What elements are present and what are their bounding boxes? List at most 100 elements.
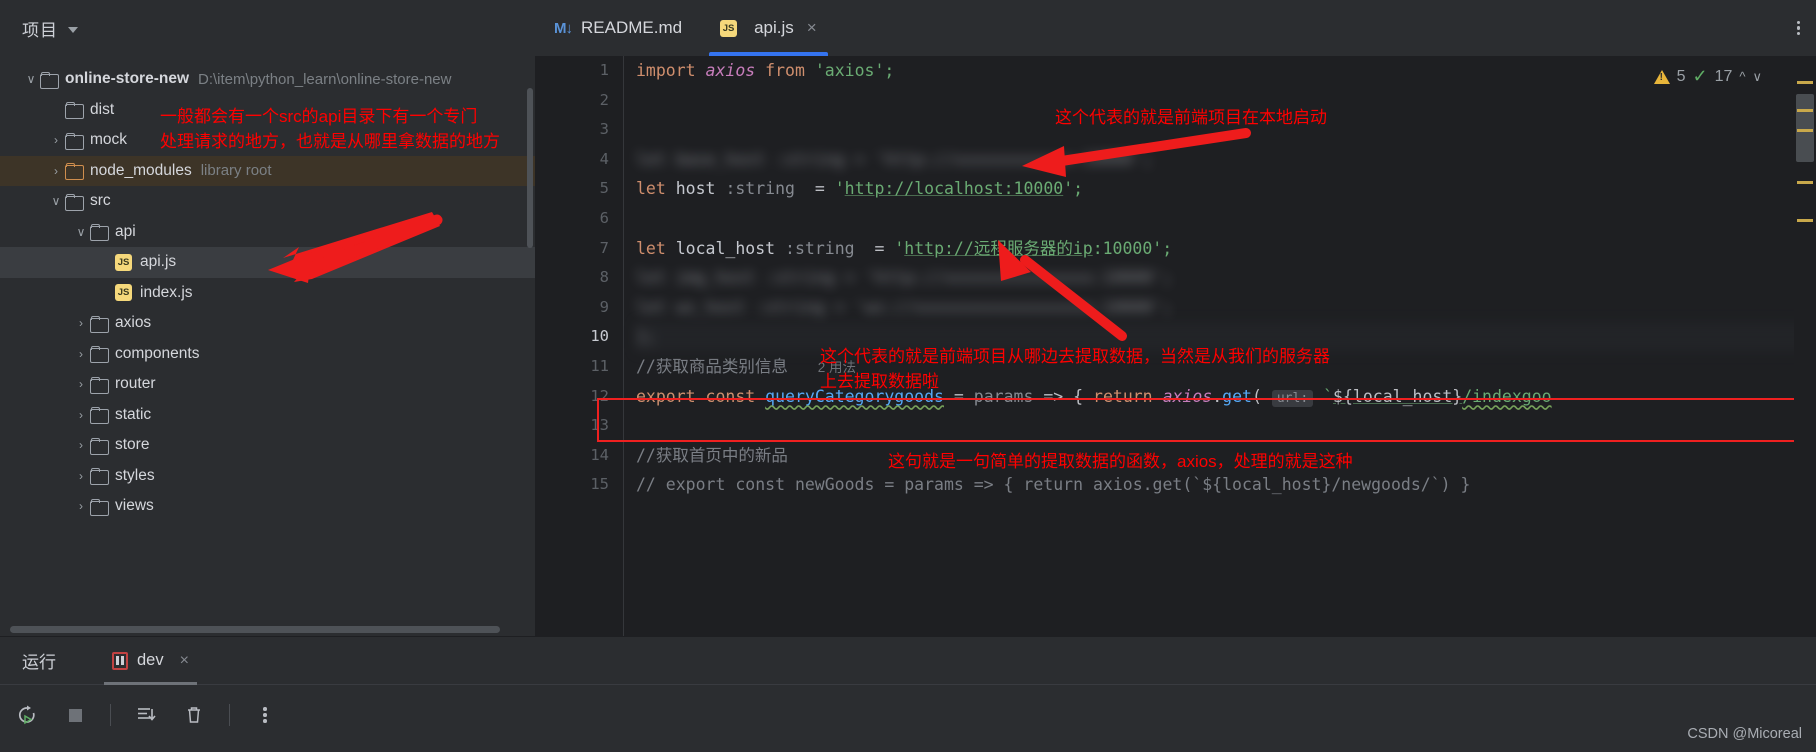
token-url-placeholder[interactable]: 远程服务器的ip: [974, 239, 1093, 258]
marker-stripe: [1797, 181, 1813, 184]
line-number: 2: [599, 90, 609, 109]
project-sidebar: 项目 ∨ online-store-new D:\item\python_learn…: [0, 0, 535, 636]
sidebar-horizontal-scrollbar[interactable]: [10, 626, 500, 633]
chevron-right-icon[interactable]: ›: [72, 316, 90, 330]
tree-item-index-js[interactable]: JS index.js: [0, 278, 535, 309]
tree-item-api[interactable]: ∨ api: [0, 217, 535, 248]
run-panel: 运行 dev × CSDN @Micoreal: [0, 636, 1816, 752]
line-number: 6: [599, 208, 609, 227]
tree-item-label: node_modules: [90, 161, 192, 179]
marker-stripe: [1797, 109, 1813, 112]
tab-readme-md[interactable]: M↓ README.md: [535, 0, 701, 56]
tree-item-label: axios: [115, 314, 152, 332]
run-tab-dev[interactable]: dev ×: [100, 637, 201, 685]
chevron-up-icon[interactable]: ^: [1739, 69, 1745, 84]
editor-area: M↓ README.md JS api.js × 1 2 3 4 5 6 7 8 9 10 11 12…: [535, 0, 1816, 636]
folder-orange-icon: [65, 163, 84, 181]
chevron-right-icon[interactable]: ›: [47, 133, 65, 147]
code-line-5: let host :string = 'http://localhost:100…: [636, 174, 1816, 204]
token-url[interactable]: http://localhost:10000: [845, 179, 1064, 198]
chevron-right-icon[interactable]: ›: [72, 499, 90, 513]
tree-item-node-modules[interactable]: › node_modules library root: [0, 155, 535, 186]
toolbar-divider: [110, 704, 111, 726]
chevron-right-icon[interactable]: ›: [72, 438, 90, 452]
token-operator: =: [874, 238, 885, 258]
close-icon[interactable]: ×: [807, 18, 817, 38]
chevron-down-icon[interactable]: ∨: [1752, 69, 1762, 85]
folder-icon: [65, 193, 84, 211]
tree-item-store[interactable]: › store: [0, 430, 535, 461]
chevron-right-icon[interactable]: ›: [72, 408, 90, 422]
token-comment: //获取商品类别信息: [636, 356, 788, 376]
tree-item-static[interactable]: › static: [0, 400, 535, 431]
chevron-right-icon[interactable]: ›: [72, 469, 90, 483]
annotation-text-a1: 一般都会有一个src的api目录下有一个专门 处理请求的地方，也就是从哪里拿数据…: [160, 107, 500, 151]
token-string: ': [894, 238, 905, 258]
tree-item-sublabel: D:\item\python_learn\online-store-new: [198, 70, 452, 88]
chevron-right-icon[interactable]: ›: [47, 164, 65, 178]
token-url[interactable]: http://: [904, 239, 974, 258]
inspection-widget[interactable]: 5 ✓ 17 ^ ∨: [1653, 66, 1762, 87]
token-type: :string: [785, 238, 855, 258]
tree-item-label: static: [115, 405, 152, 423]
code-line-9: let ws_host :string = 'ws://xxxxxxxxxxxx…: [636, 293, 1816, 323]
tree-item-styles[interactable]: › styles: [0, 461, 535, 492]
chevron-down-icon[interactable]: ∨: [22, 72, 40, 86]
scroll-to-end-icon[interactable]: [133, 702, 159, 728]
tree-item-src[interactable]: ∨ src: [0, 186, 535, 217]
editor-marker-bar[interactable]: [1794, 56, 1816, 636]
token-redacted: let ws_host :string = 'ws://xxxxxxxxxxxx…: [636, 297, 1173, 317]
token-comment: //获取首页中的新品: [636, 445, 788, 465]
more-options-icon[interactable]: [252, 702, 278, 728]
editor-vertical-scrollbar-thumb[interactable]: [1796, 94, 1814, 162]
folder-icon: [90, 376, 109, 394]
tree-item-components[interactable]: › components: [0, 339, 535, 370]
folder-icon: [90, 437, 109, 455]
run-panel-title: 运行: [22, 653, 56, 672]
line-number: 3: [599, 120, 609, 139]
tree-item-axios[interactable]: › axios: [0, 308, 535, 339]
chevron-down-icon[interactable]: [68, 26, 78, 33]
tree-item-label: store: [115, 436, 150, 454]
project-sidebar-header[interactable]: 项目: [0, 0, 535, 56]
token-keyword: from: [765, 61, 805, 80]
inspection-ok-icon: ✓: [1692, 66, 1708, 86]
marker-stripe: [1797, 129, 1813, 132]
token-keyword: export: [636, 386, 696, 406]
folder-icon: [90, 224, 109, 242]
tree-item-label: views: [115, 497, 154, 515]
chevron-right-icon[interactable]: ›: [72, 377, 90, 391]
tree-item-online-store-new[interactable]: ∨ online-store-new D:\item\python_learn\on…: [0, 64, 535, 95]
tab-api-js[interactable]: JS api.js ×: [701, 0, 836, 56]
rerun-icon[interactable]: [14, 702, 40, 728]
token-string: ': [834, 179, 845, 199]
trash-icon[interactable]: [181, 702, 207, 728]
token-identifier: local_host: [675, 238, 776, 258]
more-options-icon[interactable]: [1796, 0, 1800, 56]
run-panel-header: 运行 dev ×: [0, 637, 1816, 685]
run-toolbar: [0, 685, 1816, 745]
folder-icon: [65, 102, 84, 120]
tree-item-label: components: [115, 344, 200, 362]
line-number: 10: [590, 327, 609, 346]
tree-item-router[interactable]: › router: [0, 369, 535, 400]
token-redacted: let base_host :string = 'http://xxxxxxxx…: [636, 149, 1153, 169]
chevron-down-icon[interactable]: ∨: [47, 194, 65, 208]
annotation-text-a3: 这个代表的就是前端项目从哪边去提取数据，当然是从我们的服务器 上去提取数据啦: [820, 347, 1330, 391]
close-icon[interactable]: ×: [180, 652, 189, 670]
tree-item-api-js[interactable]: JS api.js: [0, 247, 535, 278]
stop-icon[interactable]: [62, 702, 88, 728]
token-url-path: /indexgoo: [1462, 386, 1552, 406]
chevron-down-icon[interactable]: ∨: [72, 225, 90, 239]
chevron-right-icon[interactable]: ›: [72, 347, 90, 361]
sidebar-vertical-scrollbar[interactable]: [527, 88, 533, 248]
tree-item-views[interactable]: › views: [0, 491, 535, 522]
code-line-8: let img_host :string = 'http://xxxxxxxxx…: [636, 263, 1816, 293]
token-string: ';: [1063, 179, 1084, 199]
token-type: :string: [725, 179, 795, 199]
js-file-icon: JS: [115, 253, 132, 271]
